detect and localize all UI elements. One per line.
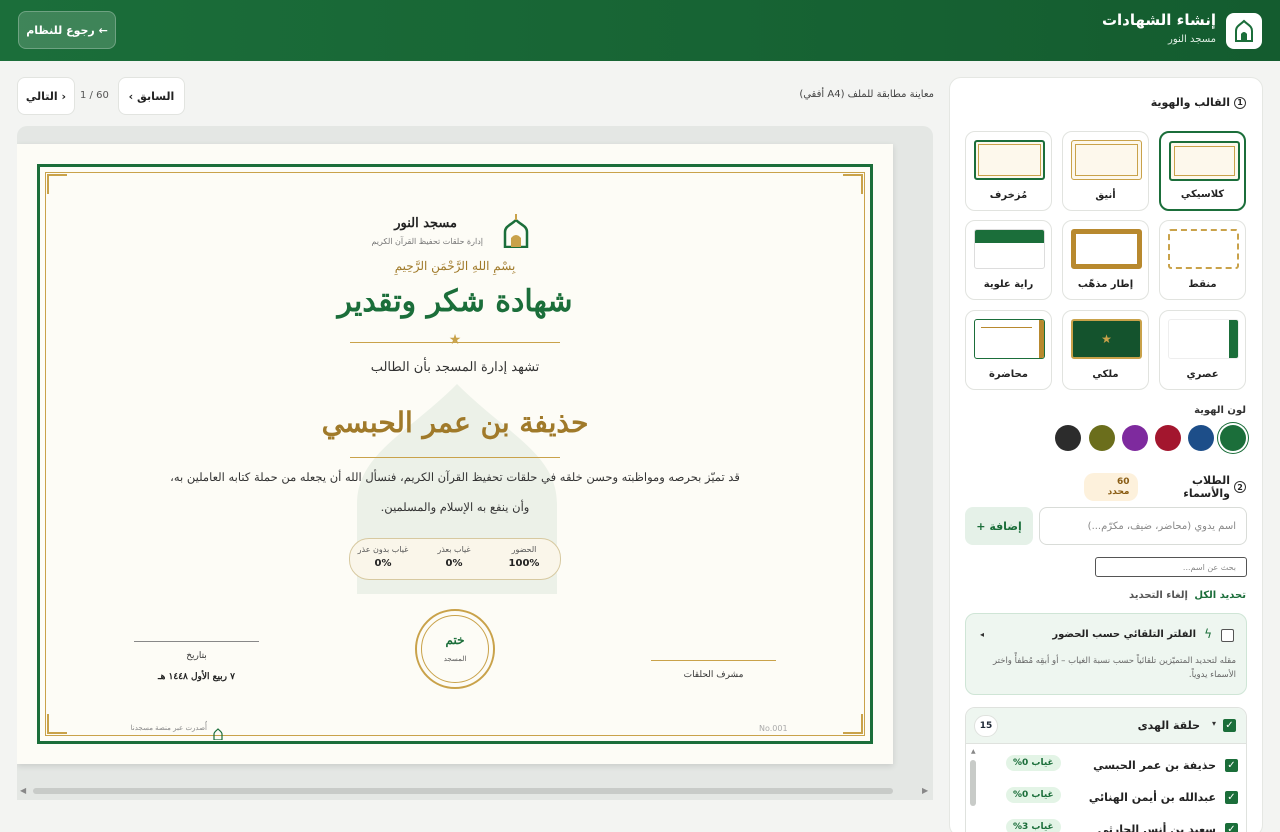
color-swatch-green[interactable]: [1220, 425, 1246, 451]
date-value: ٧ ربيع الأول ١٤٤٨ هـ: [158, 672, 235, 682]
app-header: إنشاء الشهادات مسجد النور ← رجوع للنظام: [0, 0, 1280, 61]
mosque-logo-icon: [1226, 13, 1262, 49]
basmala: بِسْمِ اللهِ الرَّحْمَنِ الرَّحِيمِ: [394, 259, 516, 273]
certificate-body-line1: قد تميّز بحرصه ومواظبته وحسن خلقه في حلق…: [170, 470, 740, 484]
lightning-icon: ϟ: [1204, 627, 1212, 641]
template-gilded-frame[interactable]: إطار مذهّب: [1062, 220, 1149, 300]
preview-label: معاينة مطابقة للملف (A4 أفقي): [799, 89, 934, 100]
color-swatch-purple[interactable]: [1122, 425, 1148, 451]
seal-subtext: المسجد: [443, 655, 467, 663]
auto-filter-description: مقله لتحديد المتميّزين تلقائياً حسب نسبة…: [992, 656, 1236, 680]
stat-excused-absence: غياب بعذر 0%: [437, 545, 471, 569]
student-name-label: سعيد بن أنس الحارثي: [1097, 823, 1216, 832]
seal-text: ختم: [445, 633, 465, 647]
template-classic[interactable]: كلاسيكي: [1159, 131, 1246, 211]
date-line: [134, 641, 259, 642]
template-dotted[interactable]: منقط: [1159, 220, 1246, 300]
template-ornate[interactable]: مُزخرف: [965, 131, 1052, 211]
absence-badge: غياب 0%: [1006, 787, 1061, 803]
corner-ornament: [47, 174, 67, 194]
add-name-button[interactable]: + إضافة: [965, 507, 1033, 545]
auto-filter-panel: ϟ الفلتر التلقائي حسب الحضور ◂ مقله لتحد…: [965, 613, 1247, 695]
certificate-serial: No.001: [759, 724, 788, 733]
certificate-body-line2: وأن ينفع به الإسلام والمسلمين.: [380, 500, 530, 514]
attendance-stats: الحضور 100% غياب بعذر 0% غياب بدون عذر 0…: [349, 538, 561, 580]
page-counter: 1 / 60: [80, 90, 109, 101]
corner-ornament: [47, 714, 67, 734]
mosque-seal: ختم المسجد: [415, 609, 495, 689]
student-name-label: حذيفة بن عمر الحبسي: [1093, 759, 1216, 772]
absence-badge: غياب 3%: [1006, 819, 1061, 832]
group-checkbox[interactable]: ✓: [1223, 719, 1236, 732]
template-modern[interactable]: عصري: [1159, 310, 1246, 390]
certificate-logo-icon: [501, 214, 531, 252]
auto-filter-checkbox[interactable]: [1221, 629, 1234, 642]
brand-color-label: لون الهوية: [1194, 405, 1246, 416]
color-swatch-blue[interactable]: [1188, 425, 1214, 451]
group-name: حلقة الهدى: [1137, 719, 1200, 732]
deselect-all-link[interactable]: إلغاء التحديد: [1120, 590, 1188, 601]
group-list: ✓ ▾ حلقة الهدى 15 ▲ ✓ حذيفة بن عمر الحبس…: [965, 707, 1247, 832]
student-search-input[interactable]: بحث عن اسم...: [1095, 557, 1247, 577]
student-name-label: عبدالله بن أيمن الهنائي: [1088, 791, 1216, 804]
star-icon: ★: [1071, 319, 1142, 359]
step-one-icon: 1: [1234, 96, 1246, 109]
list-item[interactable]: ✓ عبدالله بن أيمن الهنائي غياب 0%: [976, 782, 1246, 814]
previous-button[interactable]: ‹ السابق: [118, 77, 185, 115]
absence-badge: غياب 0%: [1006, 755, 1061, 771]
supervisor-label: مشرف الحلقات: [683, 670, 744, 680]
supervisor-line: [651, 660, 776, 661]
footer-credit: أُصدرت عبر منصة مسجدنا: [130, 724, 207, 732]
select-all-link[interactable]: تحديد الكل: [1190, 590, 1246, 601]
color-swatch-red[interactable]: [1155, 425, 1181, 451]
student-checkbox[interactable]: ✓: [1225, 823, 1238, 832]
group-collapse-icon[interactable]: ▾: [1212, 719, 1216, 728]
step-two-icon: 2: [1234, 481, 1246, 493]
template-section-title: 1 القالب والهوية: [980, 96, 1246, 109]
list-item[interactable]: ✓ حذيفة بن عمر الحبسي غياب 0%: [976, 750, 1246, 782]
certificate-org-sub: إدارة حلقات تحفيظ القرآن الكريم: [371, 237, 483, 246]
horizontal-scrollbar[interactable]: [33, 788, 893, 794]
group-count-badge: 15: [974, 715, 998, 737]
template-royal[interactable]: ★ ملكي: [1062, 310, 1149, 390]
certificate-paper: مسجد النور إدارة حلقات تحفيظ القرآن الكر…: [17, 144, 893, 764]
template-top-banner[interactable]: راية علوية: [965, 220, 1052, 300]
certificate-preview-area: مسجد النور إدارة حلقات تحفيظ القرآن الكر…: [17, 126, 933, 800]
list-item[interactable]: ✓ سعيد بن أنس الحارثي غياب 3%: [976, 814, 1246, 832]
color-swatch-black[interactable]: [1055, 425, 1081, 451]
selected-count-badge: 60 محدد: [1084, 473, 1138, 501]
footer-logo-icon: [213, 725, 223, 744]
certificate-intro: تشهد إدارة المسجد بأن الطالب: [370, 360, 540, 375]
back-to-system-button[interactable]: ← رجوع للنظام: [18, 11, 116, 49]
student-name: حذيفة بن عمر الحبسي: [321, 406, 589, 439]
expand-caret-icon[interactable]: ◂: [980, 630, 984, 639]
next-button[interactable]: التالي ›: [17, 77, 75, 115]
color-swatch-olive[interactable]: [1089, 425, 1115, 451]
corner-ornament: [843, 714, 863, 734]
star-ornament-icon: ★: [448, 332, 462, 348]
manual-name-input[interactable]: اسم يدوي (محاضر، ضيف، مكرّم...): [1039, 507, 1247, 545]
date-label: بتاريخ: [186, 651, 207, 661]
mosque-name: مسجد النور: [1168, 34, 1216, 45]
student-checkbox[interactable]: ✓: [1225, 791, 1238, 804]
certificate-org-name: مسجد النور: [394, 216, 457, 231]
template-lecture[interactable]: محاضرة: [965, 310, 1052, 390]
list-scroll-up-icon[interactable]: ▲: [971, 748, 976, 755]
stat-unexcused-absence: غياب بدون عذر 0%: [357, 545, 409, 569]
page-title: إنشاء الشهادات: [1101, 11, 1216, 29]
name-divider: [350, 457, 560, 458]
auto-filter-title: الفلتر التلقائي حسب الحضور: [1052, 629, 1196, 640]
group-header[interactable]: ✓ ▾ حلقة الهدى 15: [966, 708, 1246, 744]
students-section-title: 2 الطلاب والأسماء 60 محدد: [1084, 473, 1246, 501]
certificate-title: شهادة شكر وتقدير: [337, 284, 573, 319]
scroll-left-icon[interactable]: ◀: [20, 786, 26, 795]
student-checkbox[interactable]: ✓: [1225, 759, 1238, 772]
corner-ornament: [843, 174, 863, 194]
scroll-right-icon[interactable]: ▶: [922, 786, 928, 795]
template-elegant[interactable]: أنيق: [1062, 131, 1149, 211]
stat-attendance: الحضور 100%: [508, 545, 540, 569]
